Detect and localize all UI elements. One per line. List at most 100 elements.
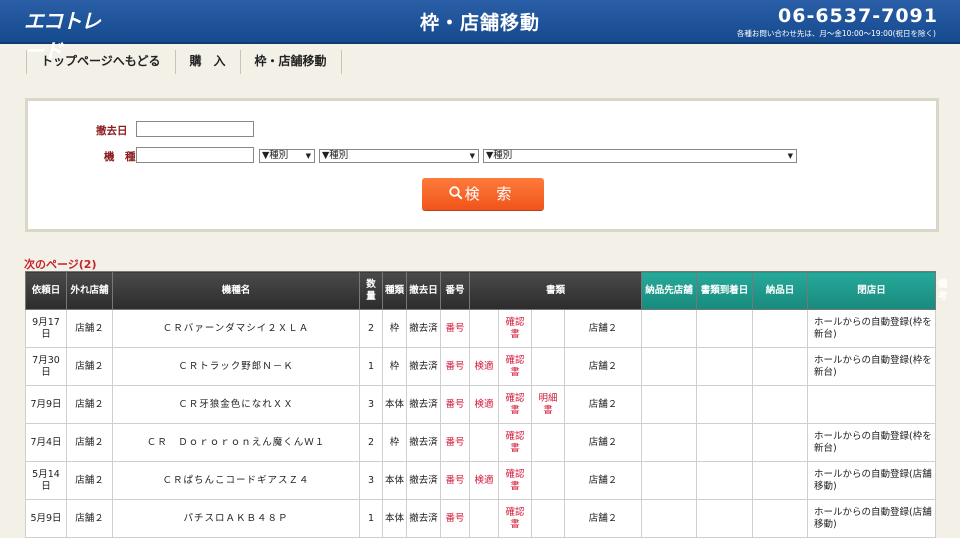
cell-closing-date: [752, 309, 809, 348]
type-select-1[interactable]: ▼種別 ▼: [259, 149, 315, 163]
cell-type: 枠: [382, 309, 407, 348]
inspection-link: [469, 499, 499, 538]
cell-origin-store: 店舗２: [66, 309, 113, 348]
number-link[interactable]: 番号: [440, 461, 470, 500]
col-doc-arrival-date: 書類到着日: [696, 271, 754, 310]
phone-number: 06-6537-7091: [778, 5, 938, 27]
col-model-name: 機種名: [112, 271, 360, 310]
cell-doc-arrival-date: [641, 499, 698, 538]
cell-origin-store: 店舗２: [66, 461, 113, 500]
detail-doc-link: [531, 423, 565, 462]
cell-doc-arrival-date: [641, 423, 698, 462]
cell-origin-store: 店舗２: [66, 423, 113, 462]
confirmation-doc-link[interactable]: 確認書: [498, 461, 532, 500]
cell-delivery-date: [696, 347, 754, 386]
cell-doc-arrival-date: [641, 309, 698, 348]
cell-quantity: 3: [359, 385, 383, 424]
chevron-down-icon: ▼: [469, 152, 475, 160]
col-origin-store: 外れ店舗: [66, 271, 113, 310]
cell-request-date: 7月4日: [25, 423, 67, 462]
cell-origin-store: 店舗２: [66, 347, 113, 386]
cell-delivery-store: 店舗２: [563, 309, 643, 348]
confirmation-doc-link[interactable]: 確認書: [498, 385, 532, 424]
nav-bar: トップページへもどる 購 入 枠・店舗移動: [26, 50, 342, 74]
table-row: 7月9日 店舗２ ＣＲ牙狼金色になれＸＸ 3 本体 撤去済 番号 検適 確認書 明細書 店舗２: [25, 385, 937, 424]
cell-closing-date: [752, 423, 809, 462]
cell-model-name: ＣＲ牙狼金色になれＸＸ: [112, 385, 360, 424]
confirmation-doc-link[interactable]: 確認書: [498, 499, 532, 538]
search-button[interactable]: 検 索: [422, 178, 544, 210]
table-row: 5月14日 店舗２ ＣＲぱちんこコードギアスＺ４ 3 本体 撤去済 番号 検適 確認書 店舗２ ホー…: [25, 461, 937, 500]
next-page-link[interactable]: 次のページ(2): [24, 256, 97, 272]
cell-quantity: 3: [359, 461, 383, 500]
inspection-link[interactable]: 検適: [469, 385, 499, 424]
cell-request-date: 5月14日: [25, 461, 67, 500]
col-type: 種類: [382, 271, 407, 310]
removal-date-label: 撤去日: [96, 125, 128, 137]
cell-delivery-store: 店舗２: [563, 461, 643, 500]
cell-remarks: [807, 385, 937, 424]
inspection-link[interactable]: 検適: [469, 347, 499, 386]
cell-doc-arrival-date: [641, 461, 698, 500]
cell-delivery-store: 店舗２: [563, 423, 643, 462]
cell-model-name: ＣＲトラック野郎Ｎ－Ｋ: [112, 347, 360, 386]
cell-remarks: ホールからの自動登録(枠を新台): [807, 347, 937, 386]
nav-move[interactable]: 枠・店舗移動: [241, 50, 342, 74]
number-link[interactable]: 番号: [440, 499, 470, 538]
cell-removal-date: 撤去済: [406, 461, 441, 500]
confirmation-doc-link[interactable]: 確認書: [498, 423, 532, 462]
cell-doc-arrival-date: [641, 347, 698, 386]
cell-remarks: ホールからの自動登録(枠を新台): [807, 309, 937, 348]
nav-top[interactable]: トップページへもどる: [26, 50, 176, 74]
cell-delivery-date: [696, 499, 754, 538]
table-header-row: 依頼日 外れ店舗 機種名 数量 種類 撤去日 番号 書類 納品先店舗 書類到着日…: [25, 271, 948, 310]
cell-remarks: ホールからの自動登録(店舗移動): [807, 461, 937, 500]
cell-delivery-store: 店舗２: [563, 385, 643, 424]
number-link[interactable]: 番号: [440, 347, 470, 386]
removal-date-input[interactable]: [136, 121, 254, 137]
cell-origin-store: 店舗２: [66, 499, 113, 538]
search-panel: 撤去日 機 種 ▼種別 ▼ ▼種別 ▼ ▼種別 ▼ 検 索: [25, 98, 939, 232]
cell-quantity: 1: [359, 347, 383, 386]
table-row: 5月9日 店舗２ パチスロＡＫＢ４８Ｐ 1 本体 撤去済 番号 確認書 店舗２ ホールからの自動登…: [25, 499, 937, 538]
number-link[interactable]: 番号: [440, 385, 470, 424]
business-hours: 各種お問い合わせ先は、月～金10:00～19:00(祝日を除く): [736, 29, 936, 38]
type-select-2[interactable]: ▼種別 ▼: [319, 149, 479, 163]
number-link[interactable]: 番号: [440, 423, 470, 462]
cell-quantity: 1: [359, 499, 383, 538]
col-removal-date: 撤去日: [406, 271, 441, 310]
cell-removal-date: 撤去済: [406, 347, 441, 386]
cell-delivery-date: [696, 309, 754, 348]
cell-removal-date: 撤去済: [406, 309, 441, 348]
cell-origin-store: 店舗２: [66, 385, 113, 424]
cell-removal-date: 撤去済: [406, 499, 441, 538]
cell-type: 本体: [382, 385, 407, 424]
type-select-3-value: ▼種別: [486, 150, 513, 161]
chevron-down-icon: ▼: [787, 152, 793, 160]
col-delivery-store: 納品先店舗: [641, 271, 698, 310]
col-quantity: 数量: [359, 271, 383, 310]
cell-doc-arrival-date: [641, 385, 698, 424]
detail-doc-link: [531, 499, 565, 538]
cell-remarks: ホールからの自動登録(店舗移動): [807, 499, 937, 538]
nav-purchase[interactable]: 購 入: [176, 50, 241, 74]
cell-closing-date: [752, 499, 809, 538]
cell-closing-date: [752, 385, 809, 424]
cell-type: 本体: [382, 499, 407, 538]
type-select-3[interactable]: ▼種別 ▼: [483, 149, 797, 163]
detail-doc-link: [531, 347, 565, 386]
number-link[interactable]: 番号: [440, 309, 470, 348]
model-input[interactable]: [136, 147, 254, 163]
cell-model-name: パチスロＡＫＢ４８Ｐ: [112, 499, 360, 538]
inspection-link: [469, 309, 499, 348]
search-icon: [448, 178, 463, 210]
inspection-link[interactable]: 検適: [469, 461, 499, 500]
detail-doc-link[interactable]: 明細書: [531, 385, 565, 424]
confirmation-doc-link[interactable]: 確認書: [498, 347, 532, 386]
search-button-label: 検 索: [464, 185, 518, 203]
header-bar: エコトレード 枠・店舗移動 06-6537-7091 各種お問い合わせ先は、月～…: [0, 0, 960, 63]
confirmation-doc-link[interactable]: 確認書: [498, 309, 532, 348]
col-documents: 書類: [468, 271, 643, 310]
cell-delivery-date: [696, 423, 754, 462]
cell-delivery-date: [696, 461, 754, 500]
